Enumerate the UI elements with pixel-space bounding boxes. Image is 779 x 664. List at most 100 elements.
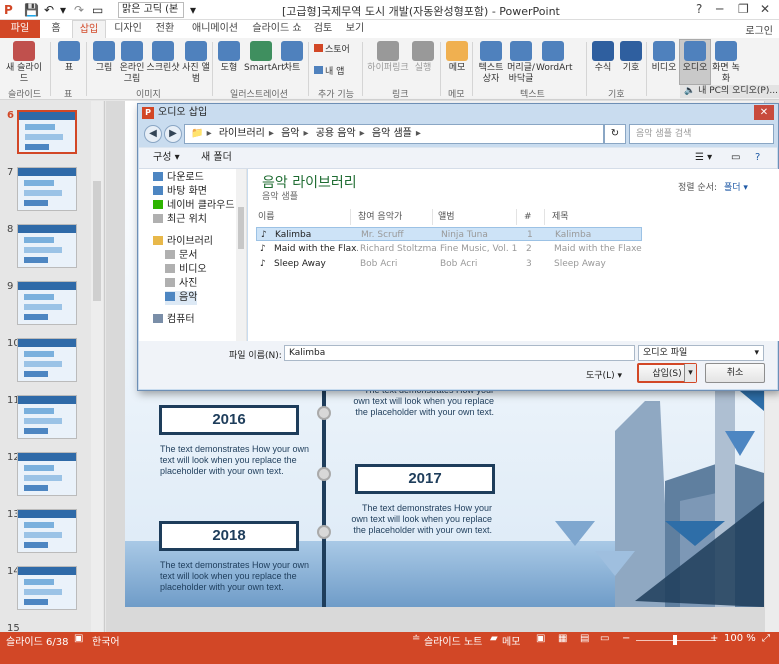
audio-button[interactable]: 오디오 xyxy=(680,39,710,74)
column-header-name[interactable]: 이름 xyxy=(258,209,275,225)
language-indicator[interactable]: 한국어 xyxy=(92,633,120,648)
header-footer-button[interactable]: 머리글/바닥글 xyxy=(506,39,536,85)
insert-button[interactable]: 삽입(S) ▾ xyxy=(637,363,697,383)
slideshow-view-icon[interactable]: ▭ xyxy=(600,633,609,644)
font-family-box[interactable]: 맑은 고딕 (본 xyxy=(118,2,184,18)
text-box-button[interactable]: 텍스트 상자 xyxy=(476,39,506,85)
tree-item[interactable]: 바탕 화면 xyxy=(153,185,207,199)
year-2018-text[interactable]: The text demonstrates How your own text … xyxy=(160,560,310,593)
reading-view-icon[interactable]: ▤ xyxy=(580,633,589,644)
tree-item[interactable]: 최근 위치 xyxy=(153,213,207,227)
refresh-button[interactable]: ↻ xyxy=(604,124,626,144)
tree-item[interactable]: 비디오 xyxy=(165,263,207,277)
insert-dropdown-icon[interactable]: ▾ xyxy=(684,364,696,382)
file-row[interactable]: ♪ Maid with the Flax... Richard Stoltzma..… xyxy=(256,242,642,256)
tree-item[interactable]: 음악 xyxy=(165,291,198,305)
tree-item[interactable]: 사진 xyxy=(165,277,197,291)
video-button[interactable]: 비디오 xyxy=(650,39,678,74)
year-2018-box[interactable]: 2018 xyxy=(159,521,299,551)
slide-thumbnail[interactable] xyxy=(17,110,77,154)
slide-thumbnail[interactable] xyxy=(17,224,77,268)
tree-item[interactable]: 문서 xyxy=(165,249,197,263)
redo-icon[interactable]: ↷ xyxy=(74,2,84,18)
column-header-title[interactable]: 제목 xyxy=(552,209,569,225)
dialog-close-button[interactable]: ✕ xyxy=(754,105,774,120)
zoom-in-icon[interactable]: + xyxy=(710,633,718,644)
breadcrumb-library[interactable]: 라이브러리 xyxy=(219,128,265,139)
comment-button[interactable]: 메모 xyxy=(444,39,470,74)
slide-thumbnail[interactable] xyxy=(17,452,77,496)
tree-item[interactable]: 네이버 클라우드 xyxy=(153,199,235,213)
help-icon[interactable]: ? xyxy=(755,148,760,168)
tab-file[interactable]: 파일 xyxy=(0,20,40,38)
fit-slide-icon[interactable]: ⤢ xyxy=(762,633,770,644)
my-apps-button[interactable]: 내 앱 xyxy=(314,66,354,78)
save-icon[interactable]: 💾 xyxy=(24,2,39,18)
tree-item[interactable]: 컴퓨터 xyxy=(153,313,195,327)
forward-button[interactable]: ▶ xyxy=(164,125,182,143)
tree-item[interactable]: 라이브러리 xyxy=(153,235,213,249)
normal-view-icon[interactable]: ▣ xyxy=(536,633,545,644)
minimize-button[interactable]: ─ xyxy=(716,2,723,16)
search-input[interactable]: 음악 샘플 검색 xyxy=(629,124,774,144)
picture-button[interactable]: 그림 xyxy=(90,39,118,74)
scrollbar-knob[interactable] xyxy=(93,181,101,301)
sign-in-link[interactable]: 로그인 xyxy=(745,22,773,37)
comments-button[interactable]: 메모 xyxy=(502,633,520,648)
store-button[interactable]: 스토어 xyxy=(314,44,354,56)
wordart-button[interactable]: WordArt xyxy=(536,39,573,74)
slideshow-start-icon[interactable]: ▭ xyxy=(92,2,103,18)
tree-item[interactable]: 다운로드 xyxy=(153,171,204,185)
screenshot-button[interactable]: 스크린샷 xyxy=(146,39,180,74)
tools-dropdown[interactable]: 도구(L) ▾ xyxy=(586,368,622,381)
slide-thumbnail[interactable] xyxy=(17,338,77,382)
zoom-slider-thumb[interactable] xyxy=(673,635,677,645)
slide-thumbnail[interactable] xyxy=(17,566,77,610)
chart-button[interactable]: 차트 xyxy=(280,39,304,74)
thumbnails-scrollbar[interactable] xyxy=(91,101,103,632)
online-picture-button[interactable]: 온라인 그림 xyxy=(118,39,146,85)
tab-view[interactable]: 보기 xyxy=(342,20,368,38)
slide-sorter-icon[interactable]: ▦ xyxy=(558,633,567,644)
table-button[interactable]: 표 xyxy=(56,39,82,74)
action-button[interactable]: 실행 xyxy=(410,39,436,74)
column-header-artist[interactable]: 참여 음악가 xyxy=(358,209,402,225)
slide-thumbnail[interactable] xyxy=(17,395,77,439)
tree-scrollbar[interactable] xyxy=(236,169,246,341)
tab-design[interactable]: 디자인 xyxy=(110,20,146,38)
file-row[interactable]: ♪ Sleep Away Bob Acri Bob Acri 3 Sleep Away xyxy=(256,257,642,271)
year-2017-text[interactable]: The text demonstrates How your own text … xyxy=(344,503,492,536)
tab-animations[interactable]: 애니메이션 xyxy=(186,20,244,38)
year-2017-box[interactable]: 2017 xyxy=(355,464,495,494)
view-options-icon[interactable]: ☰ ▾ xyxy=(695,148,712,168)
cancel-button[interactable]: 취소 xyxy=(705,363,765,383)
column-header-album[interactable]: 앨범 xyxy=(438,209,455,225)
smartart-button[interactable]: SmartArt xyxy=(244,39,285,74)
notes-button[interactable]: 슬라이드 노트 xyxy=(424,633,482,648)
filetype-select[interactable]: 오디오 파일 ▾ xyxy=(638,345,764,361)
slide-thumbnail[interactable] xyxy=(17,167,77,211)
zoom-level[interactable]: 100 % xyxy=(724,633,756,644)
preview-pane-icon[interactable]: ▭ xyxy=(731,148,740,168)
tab-home[interactable]: 홈 xyxy=(44,20,68,38)
filename-input[interactable]: Kalimba xyxy=(284,345,635,361)
breadcrumb-public-music[interactable]: 공용 음악 xyxy=(316,128,356,139)
audio-on-my-pc-menu-item[interactable]: 🔈 내 PC의 오디오(P)... xyxy=(680,85,779,98)
address-bar[interactable]: 📁 ▸ 라이브러리 ▸ 음악 ▸ 공용 음악 ▸ 음악 샘플 ▸ xyxy=(184,124,604,144)
sort-dropdown[interactable]: 폴더 ▾ xyxy=(724,180,748,193)
new-slide-button[interactable]: 새 슬라이드 xyxy=(2,39,46,85)
undo-icon[interactable]: ↶ xyxy=(44,2,54,18)
symbol-button[interactable]: 기호 xyxy=(618,39,644,74)
year-2016-box[interactable]: 2016 xyxy=(159,405,299,435)
slide-thumbnail[interactable] xyxy=(17,509,77,553)
slide-thumbnail[interactable] xyxy=(17,281,77,325)
column-header-number[interactable]: # xyxy=(524,209,532,225)
help-button[interactable]: ? xyxy=(696,2,702,16)
file-row[interactable]: ♪ Kalimba Mr. Scruff Ninja Tuna 1 Kalimba xyxy=(256,227,642,241)
tab-review[interactable]: 검토 xyxy=(310,20,336,38)
equation-button[interactable]: 수식 xyxy=(590,39,616,74)
tab-slideshow[interactable]: 슬라이드 쇼 xyxy=(250,20,304,38)
qat-customize-icon[interactable]: ▾ xyxy=(190,2,196,18)
breadcrumb-sample-music[interactable]: 음악 샘플 xyxy=(372,128,412,139)
tab-transitions[interactable]: 전환 xyxy=(150,20,180,38)
